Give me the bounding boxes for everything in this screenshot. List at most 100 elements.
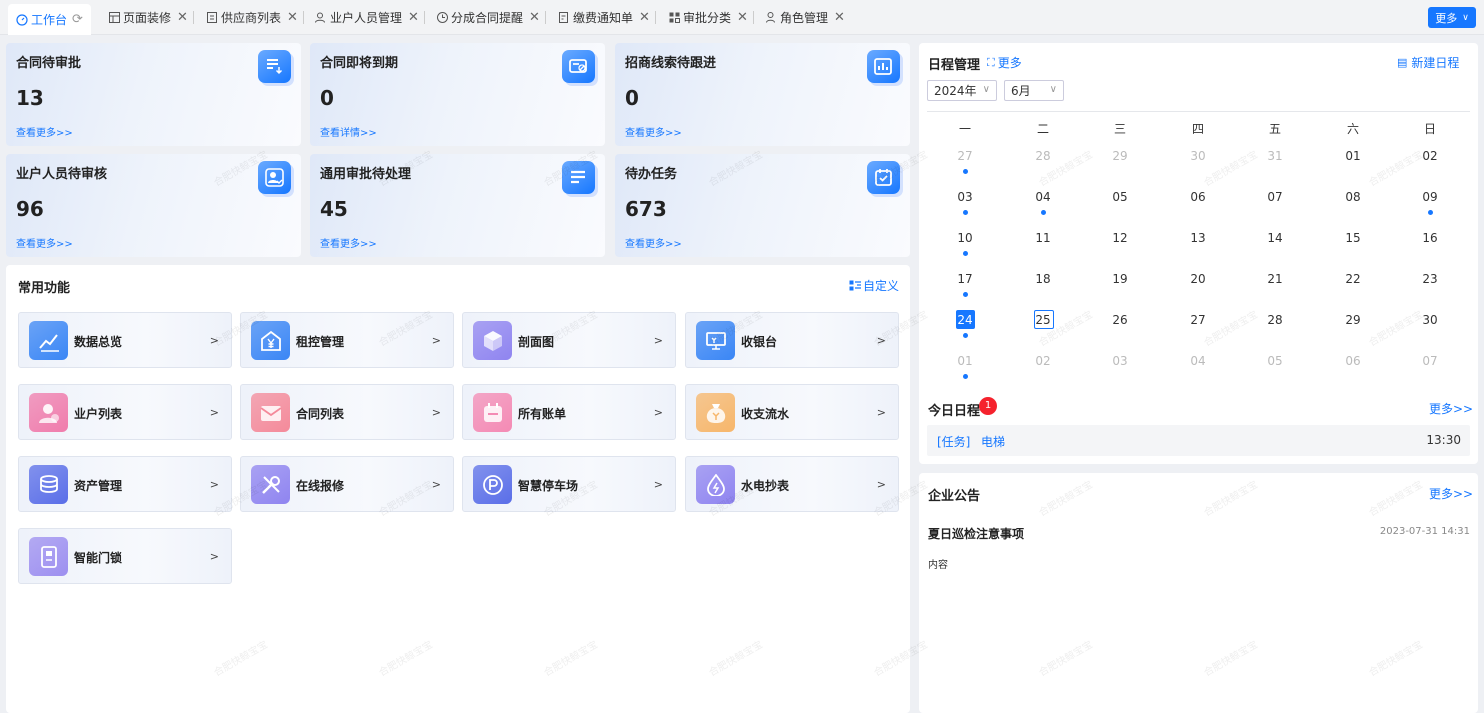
- view-more-link[interactable]: 查看更多>>: [16, 124, 73, 139]
- function-tile[interactable]: 在线报修 >: [240, 456, 454, 512]
- function-tile[interactable]: 智能门锁 >: [18, 528, 232, 584]
- calendar-day[interactable]: 28: [1255, 313, 1295, 327]
- calendar-day[interactable]: 21: [1255, 272, 1295, 286]
- close-icon[interactable]: ✕: [287, 10, 298, 25]
- calendar-day[interactable]: 11: [1023, 231, 1063, 245]
- calendar-day[interactable]: 04: [1178, 354, 1218, 368]
- calendar-day[interactable]: 31: [1255, 149, 1295, 163]
- function-tile[interactable]: 业户列表 >: [18, 384, 232, 440]
- calendar-day[interactable]: 29: [1100, 149, 1140, 163]
- calendar-day[interactable]: 30: [1410, 313, 1450, 327]
- function-tile[interactable]: 租控管理 >: [240, 312, 454, 368]
- calendar-day[interactable]: 01: [1333, 149, 1373, 163]
- function-tile[interactable]: 剖面图 >: [462, 312, 676, 368]
- function-tile[interactable]: 智慧停车场 >: [462, 456, 676, 512]
- tab-payment-notice[interactable]: 缴费通知单 ✕: [558, 4, 656, 31]
- calendar-day[interactable]: 16: [1410, 231, 1450, 245]
- new-schedule-button[interactable]: ▤ 新建日程: [1397, 54, 1459, 71]
- today-title: 今日日程: [928, 404, 981, 419]
- close-icon[interactable]: ✕: [529, 10, 540, 25]
- tab-role-management[interactable]: 角色管理 ✕: [765, 4, 845, 31]
- notice-item-title[interactable]: 夏日巡检注意事项: [928, 525, 1024, 542]
- notice-more-link[interactable]: 更多>>: [1429, 485, 1473, 502]
- calendar-day[interactable]: 24: [945, 313, 985, 327]
- today-more-link[interactable]: 更多>>: [1429, 400, 1473, 417]
- view-more-link[interactable]: 查看更多>>: [625, 124, 682, 139]
- calendar-day[interactable]: 27: [945, 149, 985, 163]
- month-select[interactable]: 6月 ∨: [1004, 80, 1064, 101]
- view-details-link[interactable]: 查看详情>>: [320, 124, 377, 139]
- function-tile[interactable]: 资产管理 >: [18, 456, 232, 512]
- function-tile[interactable]: 所有账单 >: [462, 384, 676, 440]
- stat-card-general-approval[interactable]: 通用审批待处理 45 查看更多>>: [310, 154, 605, 257]
- stat-card-todo-tasks[interactable]: 待办任务 673 查看更多>>: [615, 154, 910, 257]
- stat-card-resident-review[interactable]: 业户人员待审核 96 查看更多>>: [6, 154, 301, 257]
- calendar-day[interactable]: 29: [1333, 313, 1373, 327]
- calendar-day[interactable]: 15: [1333, 231, 1373, 245]
- calendar-day[interactable]: 25: [1023, 313, 1063, 327]
- calendar-day[interactable]: 27: [1178, 313, 1218, 327]
- calendar-day[interactable]: 30: [1178, 149, 1218, 163]
- section-title: 常用功能: [18, 281, 71, 296]
- function-tile[interactable]: 水电抄表 >: [685, 456, 899, 512]
- tab-contract-reminder[interactable]: 分成合同提醒 ✕: [436, 4, 546, 31]
- calendar-day[interactable]: 03: [945, 190, 985, 204]
- calendar-day[interactable]: 03: [1100, 354, 1140, 368]
- calendar-day[interactable]: 07: [1255, 190, 1295, 204]
- calendar-day[interactable]: 09: [1410, 190, 1450, 204]
- calendar-day[interactable]: 28: [1023, 149, 1063, 163]
- function-tile[interactable]: 合同列表 >: [240, 384, 454, 440]
- year-select[interactable]: 2024年 ∨: [927, 80, 997, 101]
- view-more-link[interactable]: 查看更多>>: [16, 235, 73, 250]
- event-dot: [1041, 210, 1046, 215]
- calendar-day[interactable]: 19: [1100, 272, 1140, 286]
- calendar-day[interactable]: 13: [1178, 231, 1218, 245]
- close-icon[interactable]: ✕: [834, 10, 845, 25]
- calendar-day[interactable]: 10: [945, 231, 985, 245]
- chevron-right-icon: >: [431, 406, 441, 419]
- cube-icon: [473, 321, 512, 360]
- close-icon[interactable]: ✕: [737, 10, 748, 25]
- tabs-more-button[interactable]: 更多 ∨: [1428, 7, 1476, 28]
- refresh-icon[interactable]: ⟳: [72, 12, 83, 27]
- schedule-more-button[interactable]: ⛶ 更多: [987, 54, 1022, 71]
- tab-workbench[interactable]: 工作台 ⟳: [8, 4, 91, 35]
- calendar-day[interactable]: 12: [1100, 231, 1140, 245]
- calendar-day[interactable]: 01: [945, 354, 985, 368]
- calendar-day[interactable]: 08: [1333, 190, 1373, 204]
- calendar-day[interactable]: 07: [1410, 354, 1450, 368]
- today-schedule-item[interactable]: [任务] 电梯 13:30: [927, 425, 1470, 456]
- calendar-day[interactable]: 26: [1100, 313, 1140, 327]
- tab-supplier-list[interactable]: 供应商列表 ✕: [206, 4, 304, 31]
- close-icon[interactable]: ✕: [408, 10, 419, 25]
- calendar-day[interactable]: 06: [1178, 190, 1218, 204]
- view-more-link[interactable]: 查看更多>>: [320, 235, 377, 250]
- tab-page-decoration[interactable]: 页面装修 ✕: [108, 4, 194, 31]
- view-more-link[interactable]: 查看更多>>: [625, 235, 682, 250]
- function-tile[interactable]: 数据总览 >: [18, 312, 232, 368]
- customize-button[interactable]: 自定义: [849, 277, 899, 294]
- calendar-day[interactable]: 04: [1023, 190, 1063, 204]
- calendar-day[interactable]: 17: [945, 272, 985, 286]
- calendar-day[interactable]: 18: [1023, 272, 1063, 286]
- function-tile[interactable]: 收支流水 >: [685, 384, 899, 440]
- calendar-day[interactable]: 14: [1255, 231, 1295, 245]
- coin-stack-icon: [29, 465, 68, 504]
- calendar-day[interactable]: 22: [1333, 272, 1373, 286]
- calendar-day[interactable]: 23: [1410, 272, 1450, 286]
- calendar-day[interactable]: 02: [1023, 354, 1063, 368]
- calendar-day[interactable]: 20: [1178, 272, 1218, 286]
- tab-resident-management[interactable]: 业户人员管理 ✕: [315, 4, 425, 31]
- stat-card-contract-expiring[interactable]: 合同即将到期 0 查看详情>>: [310, 43, 605, 146]
- calendar-day[interactable]: 05: [1255, 354, 1295, 368]
- stat-card-contract-approval[interactable]: 合同待审批 13 查看更多>>: [6, 43, 301, 146]
- stat-card-leads-followup[interactable]: 招商线索待跟进 0 查看更多>>: [615, 43, 910, 146]
- calendar-day[interactable]: 06: [1333, 354, 1373, 368]
- function-label: 所有账单: [518, 407, 567, 421]
- close-icon[interactable]: ✕: [177, 10, 188, 25]
- function-tile[interactable]: 收银台 >: [685, 312, 899, 368]
- close-icon[interactable]: ✕: [639, 10, 650, 25]
- calendar-day[interactable]: 05: [1100, 190, 1140, 204]
- tab-approval-category[interactable]: 审批分类 ✕: [668, 4, 754, 31]
- calendar-day[interactable]: 02: [1410, 149, 1450, 163]
